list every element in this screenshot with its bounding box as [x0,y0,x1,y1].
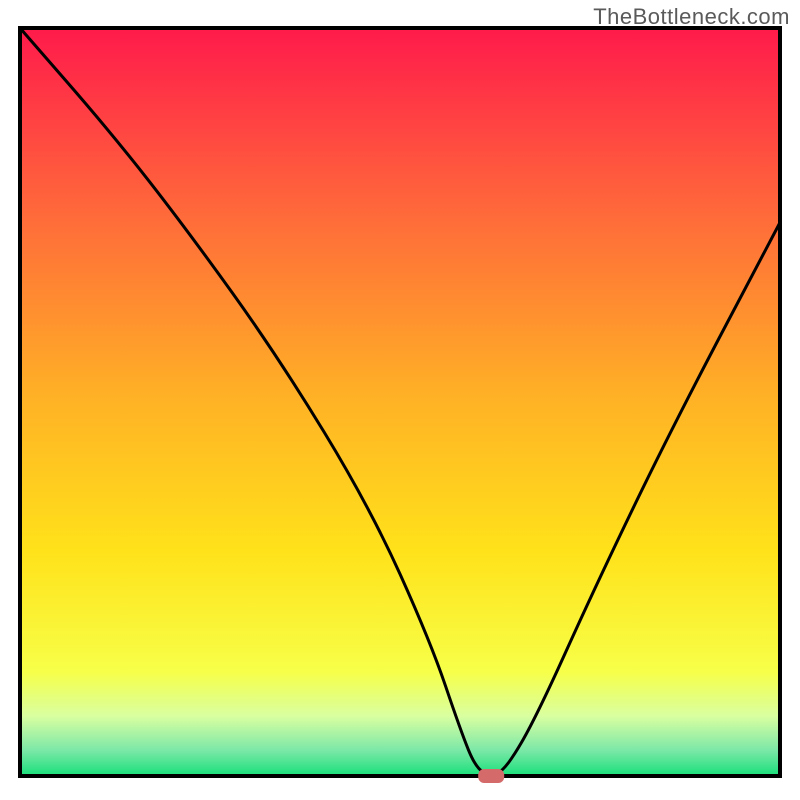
chart-frame: TheBottleneck.com [0,0,800,800]
bottleneck-chart [0,0,800,800]
site-watermark: TheBottleneck.com [593,4,790,30]
plot-background [20,28,780,776]
minimum-marker [478,769,504,783]
